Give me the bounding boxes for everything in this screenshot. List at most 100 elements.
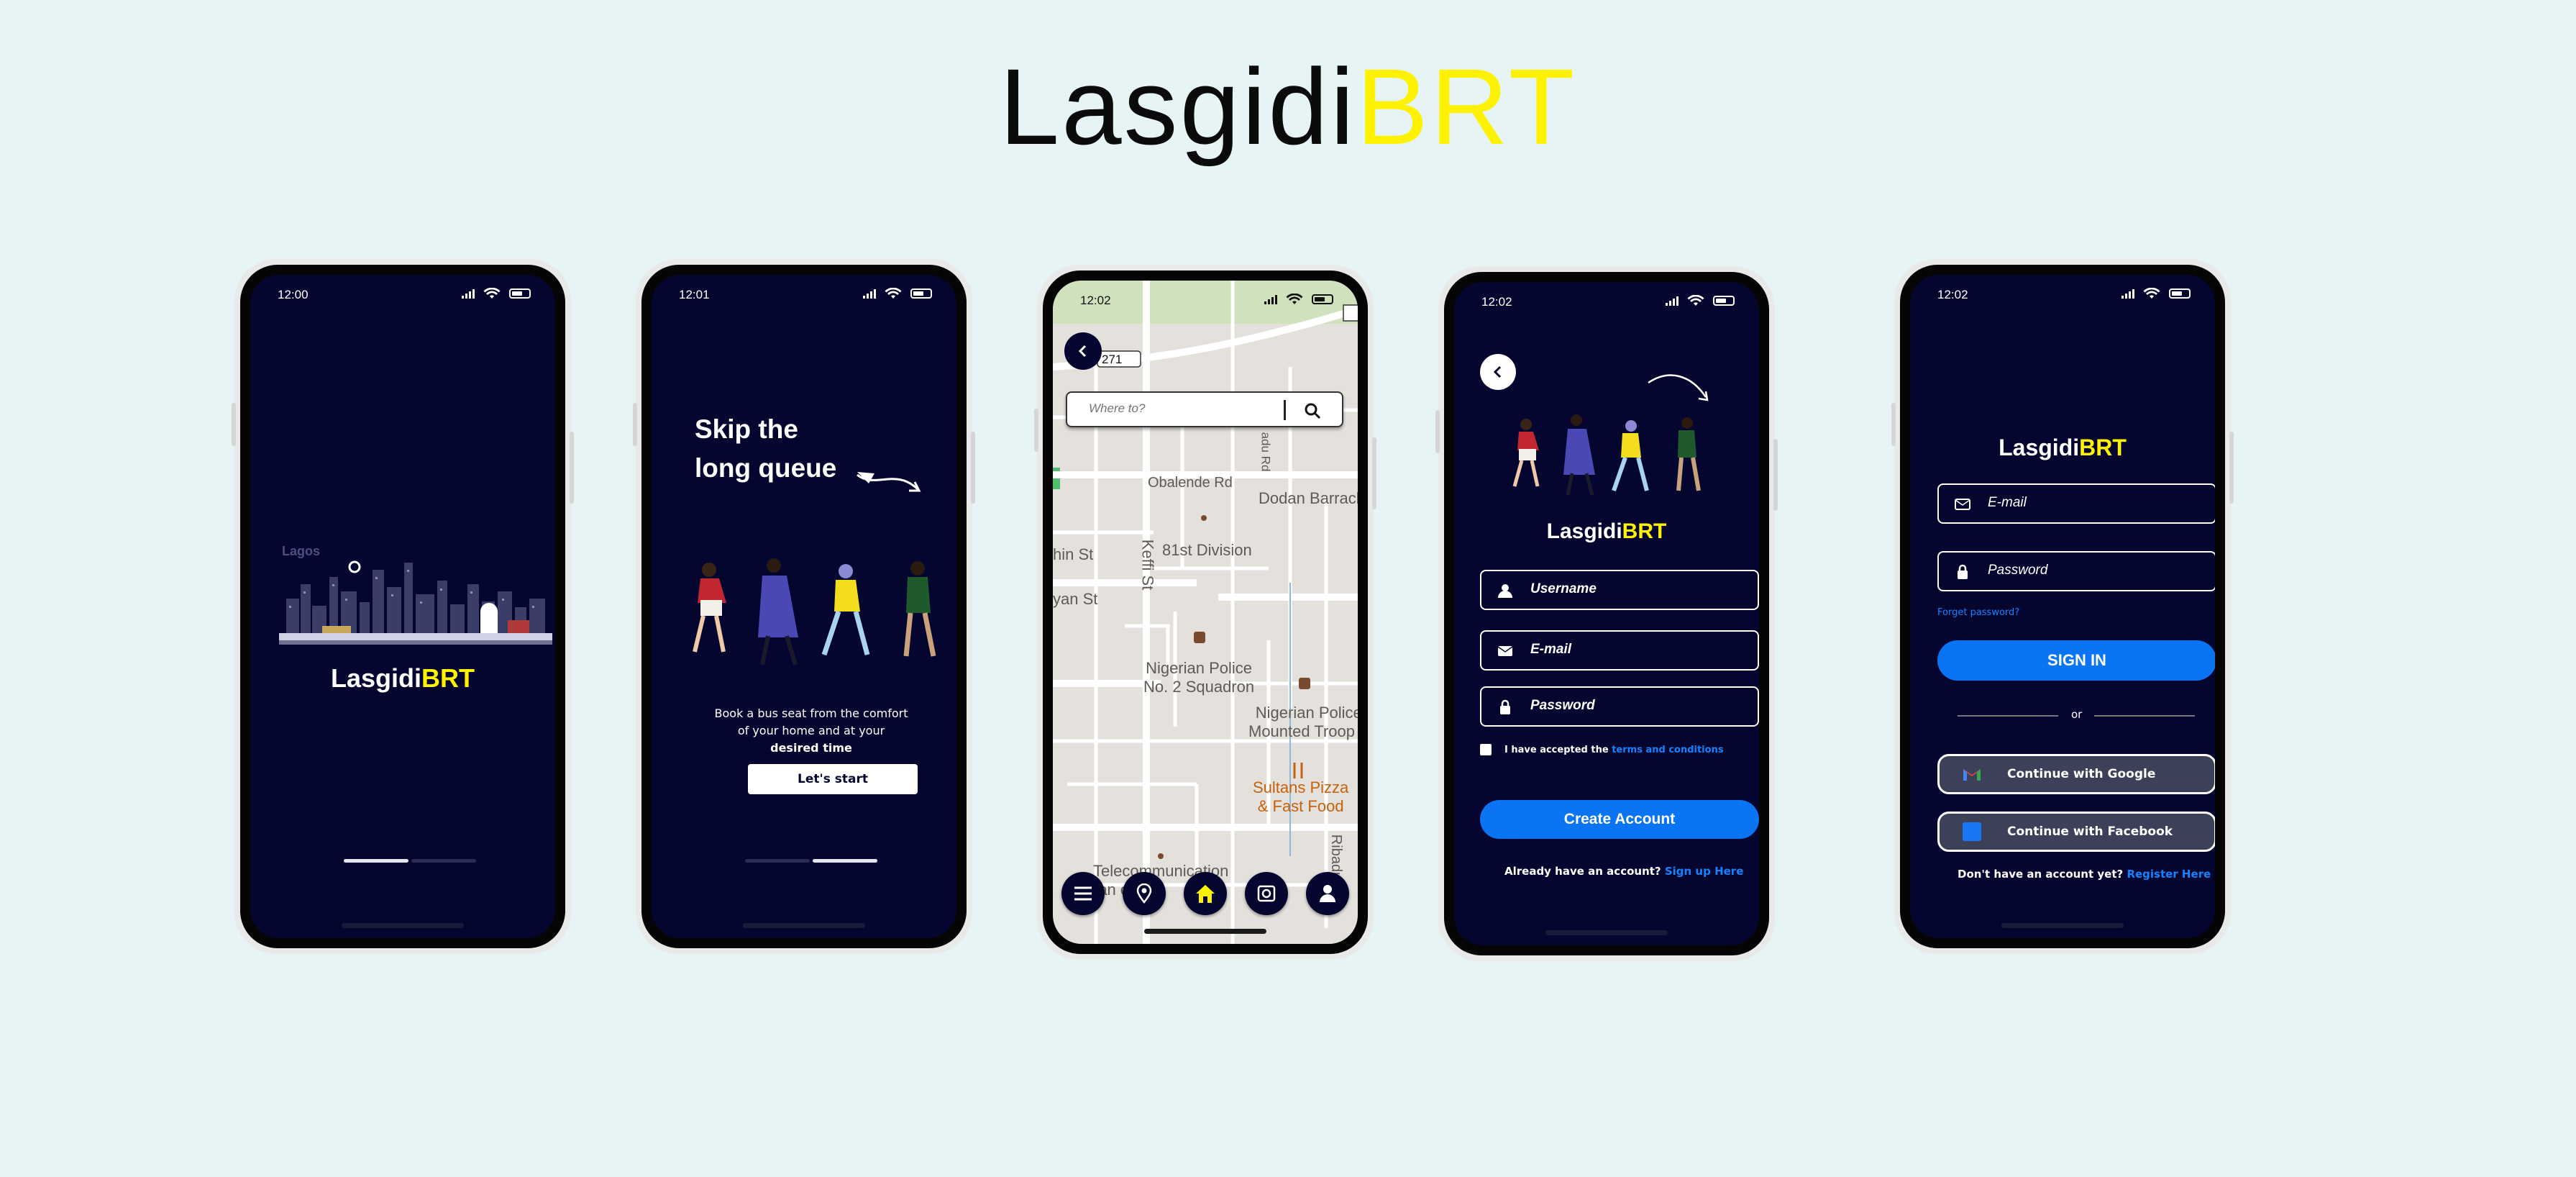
police2-line2: Mounted Troop F — [1248, 722, 1358, 740]
signup-screen: 12:02 LasgidiBRT Username E-mail I have … — [1454, 282, 1759, 945]
home-indicator[interactable] — [2001, 923, 2124, 928]
nav-camera-button[interactable] — [1245, 872, 1288, 915]
walking-people-illustration — [693, 558, 936, 665]
password-field[interactable] — [1480, 686, 1759, 727]
map-label-adu: adu Rd — [1259, 432, 1273, 472]
home-indicator[interactable] — [1545, 930, 1668, 935]
nav-menu-button[interactable] — [1061, 872, 1105, 915]
create-account-button[interactable]: Create Account — [1480, 800, 1759, 839]
sign-in-button[interactable]: SIGN IN — [1937, 640, 2215, 681]
status-time: 12:02 — [1937, 288, 1968, 301]
google-signin-button[interactable]: Continue with Google — [1937, 754, 2215, 794]
terms-link[interactable]: terms and conditions — [1612, 745, 1723, 755]
pager-dot — [411, 859, 476, 863]
status-time: 12:02 — [1481, 295, 1512, 309]
headline-part1: Lasgidi — [999, 46, 1357, 167]
password-input[interactable] — [1988, 563, 2189, 578]
username-field[interactable] — [1480, 570, 1759, 610]
terms-prefix: I have accepted the — [1504, 745, 1612, 755]
tagline-line3: desired time — [770, 741, 852, 755]
user-icon — [1498, 584, 1512, 598]
nav-profile-button[interactable] — [1306, 872, 1349, 915]
google-label: Continue with Google — [2007, 767, 2156, 781]
nav-home-button[interactable] — [1184, 872, 1227, 915]
home-indicator[interactable] — [1144, 929, 1266, 934]
no-account-text: Don't have an account yet? Register Here — [1958, 868, 2211, 881]
home-indicator[interactable] — [342, 923, 464, 928]
headline-part2: BRT — [1356, 46, 1577, 167]
signal-icon — [1264, 294, 1277, 304]
pager-dot-active — [813, 859, 877, 863]
where-to-search[interactable] — [1066, 391, 1343, 427]
map-label-yan: yan St — [1053, 590, 1098, 608]
email-field[interactable] — [1937, 483, 2215, 524]
forgot-password-link[interactable]: Forget password? — [1937, 607, 2019, 618]
signin-screen: 12:02 LasgidiBRT Forget password? SIGN I… — [1910, 275, 2215, 938]
search-icon[interactable] — [1303, 401, 1322, 420]
phone-map: 271 Obalende Rd Dodan Barrack 81st Divis… — [1034, 265, 1376, 960]
lock-icon — [1958, 564, 1968, 579]
or-text: or — [2071, 708, 2083, 721]
password-input[interactable] — [1530, 698, 1732, 714]
chevron-left-icon — [1493, 365, 1502, 378]
phone-signin: 12:02 LasgidiBRT Forget password? SIGN I… — [1891, 259, 2234, 954]
wifi-icon — [483, 288, 501, 299]
brand-part1: Lasgidi — [330, 663, 422, 693]
police1-line1: Nigerian Police — [1146, 659, 1253, 677]
battery-icon — [2169, 288, 2191, 299]
pager-dot-active — [344, 859, 408, 863]
register-link[interactable]: Register Here — [2127, 868, 2211, 881]
status-bar: 12:02 — [1053, 281, 1358, 324]
email-input[interactable] — [1988, 495, 2189, 511]
nav-location-button[interactable] — [1123, 872, 1166, 915]
brand-part2: BRT — [2079, 435, 2127, 460]
phone-signup: 12:02 LasgidiBRT Username E-mail I have … — [1435, 266, 1778, 961]
mail-icon — [1955, 499, 1970, 510]
where-to-input[interactable] — [1089, 401, 1290, 416]
status-bar: 12:02 — [1910, 275, 2215, 318]
map-label-police1: Nigerian Police No. 2 Squadron — [1143, 659, 1254, 696]
username-input[interactable] — [1530, 581, 1732, 597]
user-icon — [1320, 885, 1335, 902]
gmail-icon — [1961, 763, 1983, 785]
sign-up-link[interactable]: Sign up Here — [1665, 865, 1744, 878]
map-label-keffi: Keffi St — [1138, 539, 1157, 591]
status-bar: 12:00 — [250, 275, 555, 318]
food-line2: & Fast Food — [1257, 797, 1344, 815]
divider-left — [1958, 715, 2058, 717]
wifi-icon — [2143, 288, 2160, 299]
map-label-food: Sultans Pizza & Fast Food — [1253, 778, 1348, 816]
status-time: 12:01 — [679, 288, 710, 301]
facebook-signin-button[interactable]: Continue with Facebook — [1937, 812, 2215, 852]
brand-part1: Lasgidi — [1546, 519, 1622, 543]
facebook-icon — [1961, 821, 1983, 842]
map-view[interactable]: 271 Obalende Rd Dodan Barrack 81st Divis… — [1053, 281, 1358, 944]
map-screen: 271 Obalende Rd Dodan Barrack 81st Divis… — [1053, 281, 1358, 944]
facebook-label: Continue with Facebook — [2007, 824, 2173, 839]
map-back-button[interactable] — [1064, 332, 1102, 370]
password-field[interactable] — [1937, 551, 2215, 591]
email-field[interactable] — [1480, 630, 1759, 671]
wifi-icon — [1687, 295, 1704, 306]
home-icon — [1196, 885, 1215, 903]
phone-onboarding: 12:01 Skip the long queue Book a bus sea… — [633, 259, 975, 954]
no-account-prefix: Don't have an account yet? — [1958, 868, 2127, 881]
divider-right — [2094, 715, 2195, 717]
terms-text: I have accepted the terms and conditions — [1504, 745, 1724, 755]
splash-brand: LasgidiBRT — [250, 663, 555, 694]
tagline-line1: Book a bus seat from the comfort — [714, 706, 908, 720]
map-label-dodan: Dodan Barrack — [1259, 489, 1358, 507]
status-time: 12:02 — [1080, 294, 1111, 307]
search-divider — [1284, 400, 1286, 420]
email-input[interactable] — [1530, 642, 1732, 658]
signup-brand: LasgidiBRT — [1454, 519, 1759, 544]
lets-start-button[interactable]: Let's start — [748, 764, 918, 794]
terms-checkbox[interactable] — [1480, 744, 1492, 755]
heading-line1: Skip the — [695, 414, 798, 444]
status-bar: 12:02 — [1454, 282, 1759, 325]
map-label-obalende: Obalende Rd — [1148, 475, 1233, 491]
page-headline: LasgidiBRT — [0, 42, 2576, 171]
battery-icon — [1312, 294, 1333, 304]
splash-screen: 12:00 Lagos LasgidiBRT — [250, 275, 555, 938]
home-indicator[interactable] — [743, 923, 865, 928]
